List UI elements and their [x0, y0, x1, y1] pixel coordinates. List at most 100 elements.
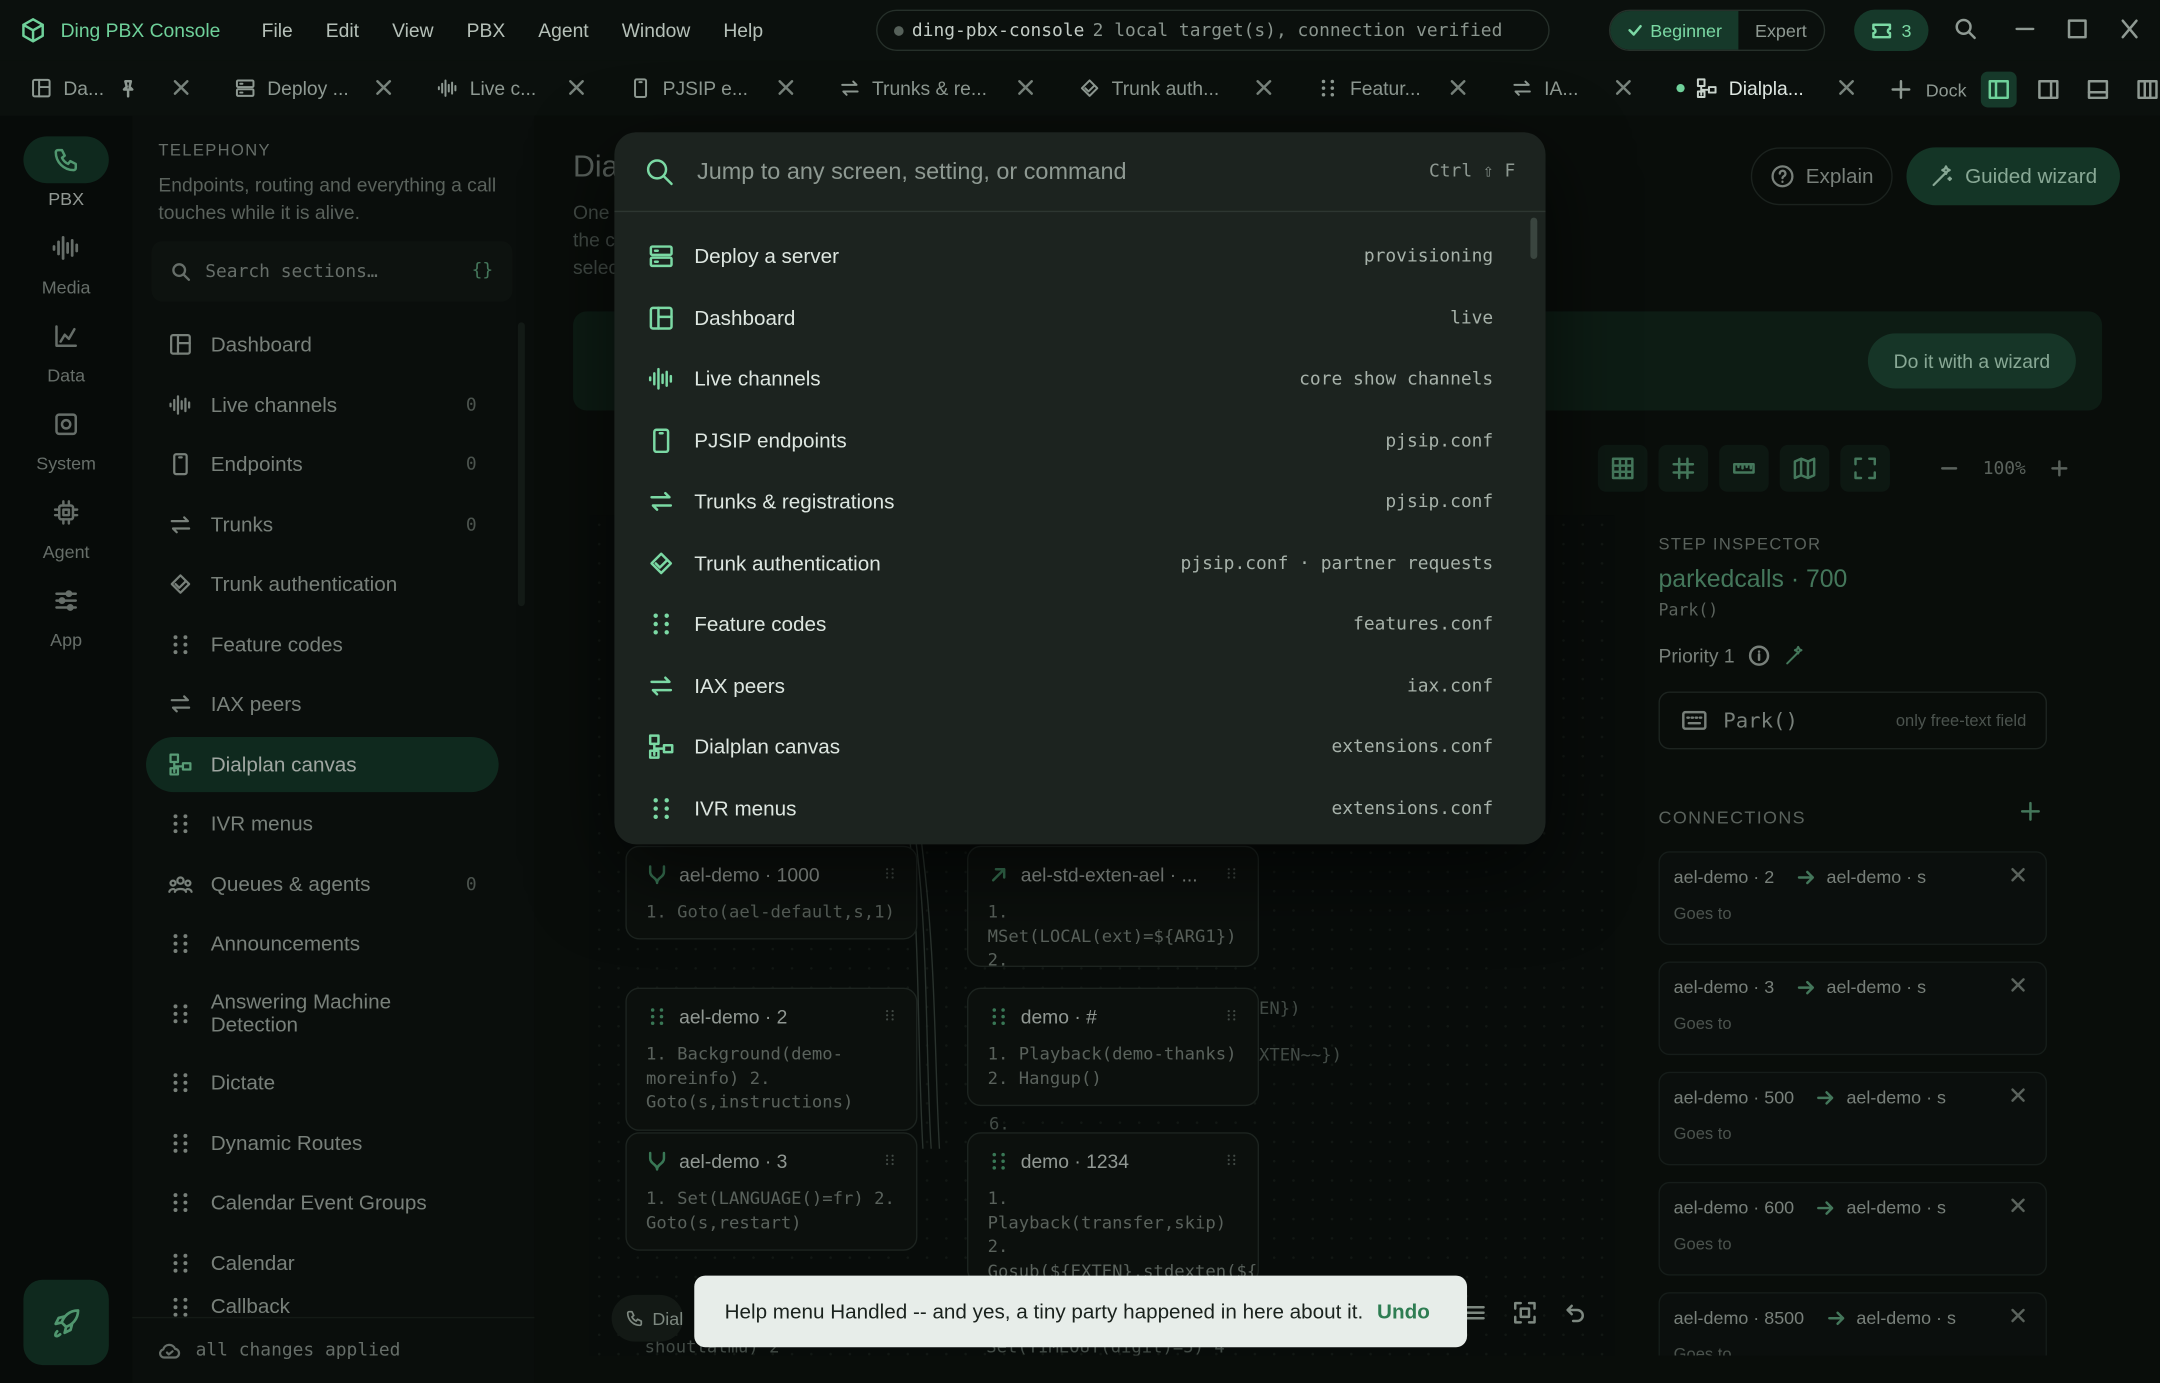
menu-edit[interactable]: Edit: [309, 19, 375, 41]
ticket-icon: [1872, 23, 1892, 39]
beginner-mode-button[interactable]: Beginner: [1610, 11, 1739, 50]
tab-dashboard[interactable]: Da...: [0, 61, 204, 116]
dock-bottom-icon[interactable]: [2080, 72, 2116, 108]
close-tab-icon[interactable]: [777, 79, 795, 97]
arrows-icon: [647, 488, 675, 516]
expert-label: Expert: [1754, 19, 1807, 41]
palette-result[interactable]: Feature codes features.conf: [647, 594, 1529, 655]
active-dot: [1676, 84, 1685, 93]
result-tag: live: [1450, 307, 1494, 329]
mode-toggle: Beginner Expert: [1608, 9, 1825, 51]
close-tab-icon[interactable]: [1255, 79, 1273, 97]
close-tab-icon[interactable]: [1838, 79, 1856, 97]
command-search-input[interactable]: Jump to any screen, setting, or command …: [614, 132, 1546, 213]
close-tab-icon[interactable]: [568, 79, 586, 97]
search-icon: [646, 158, 673, 185]
result-tag: core show channels: [1299, 368, 1494, 390]
close-tab-icon[interactable]: [172, 79, 190, 97]
cube-logo-icon: [22, 18, 44, 43]
result-tag: pjsip.conf: [1385, 430, 1494, 452]
app-title: Ding PBX Console: [60, 19, 221, 42]
palette-result[interactable]: Live channels core show channels: [647, 349, 1529, 410]
result-label: PJSIP endpoints: [694, 429, 847, 453]
tab-trunk-auth[interactable]: Trunk auth...: [1048, 61, 1286, 116]
undo-button[interactable]: Undo: [1377, 1300, 1430, 1323]
close-tab-icon[interactable]: [1017, 79, 1035, 97]
close-tab-icon[interactable]: [1449, 79, 1467, 97]
palette-result[interactable]: Deploy a server provisioning: [647, 226, 1529, 287]
keypad-icon: [647, 795, 675, 823]
dock-right-icon[interactable]: [2030, 72, 2066, 108]
notifications-count: 3: [1901, 19, 1912, 41]
result-label: Trunks & registrations: [694, 489, 895, 514]
result-label: Dialplan canvas: [694, 734, 841, 759]
close-tab-icon[interactable]: [1614, 79, 1632, 97]
fit-view-icon[interactable]: [1512, 1300, 1537, 1325]
tab-trunks[interactable]: Trunks & re...: [809, 61, 1049, 116]
tab-label: PJSIP e...: [662, 77, 748, 100]
tab-label: Dialpla...: [1728, 77, 1804, 100]
menu-window[interactable]: Window: [605, 19, 707, 41]
phone-device-icon: [630, 77, 652, 99]
tab-tools: Dock: [1890, 71, 2160, 108]
tab-label: Trunk auth...: [1111, 77, 1220, 100]
title-bar: Ding PBX Console File Edit View PBX Agen…: [0, 0, 2160, 61]
result-tag: pjsip.conf: [1385, 491, 1494, 512]
notifications-button[interactable]: 3: [1854, 9, 1929, 51]
expert-mode-button[interactable]: Expert: [1738, 11, 1823, 50]
command-search-placeholder: Jump to any screen, setting, or command: [697, 157, 1127, 184]
phone-device-icon: [647, 427, 675, 455]
undo-icon[interactable]: [1562, 1300, 1587, 1325]
tab-label: Featur...: [1349, 77, 1421, 100]
tab-label: Live c...: [469, 77, 537, 100]
pin-icon[interactable]: [118, 79, 137, 98]
palette-result[interactable]: Dialplan canvas extensions.conf: [647, 716, 1529, 777]
minimize-icon[interactable]: [2014, 17, 2036, 42]
arrows-icon: [647, 672, 675, 700]
tab-deploy[interactable]: Deploy ...: [204, 61, 406, 116]
waveform-icon: [437, 77, 459, 99]
canvas-context-chip[interactable]: Dial: [611, 1294, 684, 1342]
menu-help[interactable]: Help: [707, 19, 780, 41]
connection-detail: 2 local target(s), connection verified: [1092, 19, 1503, 41]
tab-dialplan[interactable]: Dialpla...: [1646, 61, 1869, 116]
tab-iax[interactable]: IA...: [1481, 61, 1646, 116]
handshake-icon: [647, 550, 675, 578]
result-tag: features.conf: [1353, 613, 1494, 635]
close-tab-icon[interactable]: [375, 79, 393, 97]
search-icon[interactable]: [1953, 17, 1978, 42]
new-tab-icon[interactable]: [1890, 79, 1912, 101]
dock-split-icon[interactable]: [2129, 72, 2160, 108]
result-tag: pjsip.conf · partner requests: [1180, 553, 1494, 574]
palette-result[interactable]: IAX peers iax.conf: [647, 656, 1529, 717]
check-icon: [1628, 24, 1642, 36]
tab-live-channels[interactable]: Live c...: [406, 61, 599, 116]
palette-scrollbar[interactable]: [1530, 217, 1538, 259]
tab-feature-codes[interactable]: Featur...: [1287, 61, 1481, 116]
tab-pjsip[interactable]: PJSIP e...: [599, 61, 808, 116]
close-window-icon[interactable]: [2119, 17, 2141, 42]
phone-icon: [626, 1310, 643, 1327]
palette-result[interactable]: IVR menus extensions.conf: [647, 778, 1529, 839]
palette-result[interactable]: Trunks & registrations pjsip.conf: [647, 471, 1529, 532]
maximize-icon[interactable]: [2066, 17, 2088, 42]
connection-status[interactable]: ding-pbx-console 2 local target(s), conn…: [876, 9, 1550, 51]
menu-file[interactable]: File: [245, 19, 309, 41]
tab-label: Trunks & re...: [871, 77, 988, 100]
result-tag: extensions.conf: [1331, 798, 1494, 819]
keypad-icon: [1317, 77, 1339, 99]
keypad-icon: [647, 610, 675, 638]
dashboard-icon: [647, 304, 675, 332]
dock-left-icon[interactable]: [1980, 71, 2017, 108]
menu-agent[interactable]: Agent: [522, 19, 605, 41]
palette-result[interactable]: PJSIP endpoints pjsip.conf: [647, 410, 1529, 471]
menu-pbx[interactable]: PBX: [450, 19, 522, 41]
menu-view[interactable]: View: [376, 19, 451, 41]
app-brand: Ding PBX Console: [0, 17, 220, 45]
dashboard-icon: [30, 77, 52, 99]
palette-result[interactable]: Trunk authentication pjsip.conf · partner…: [647, 533, 1529, 594]
tab-label: Da...: [63, 77, 105, 100]
result-tag: iax.conf: [1406, 675, 1494, 697]
palette-result[interactable]: Dashboard live: [647, 288, 1529, 349]
result-label: Trunk authentication: [694, 551, 881, 576]
